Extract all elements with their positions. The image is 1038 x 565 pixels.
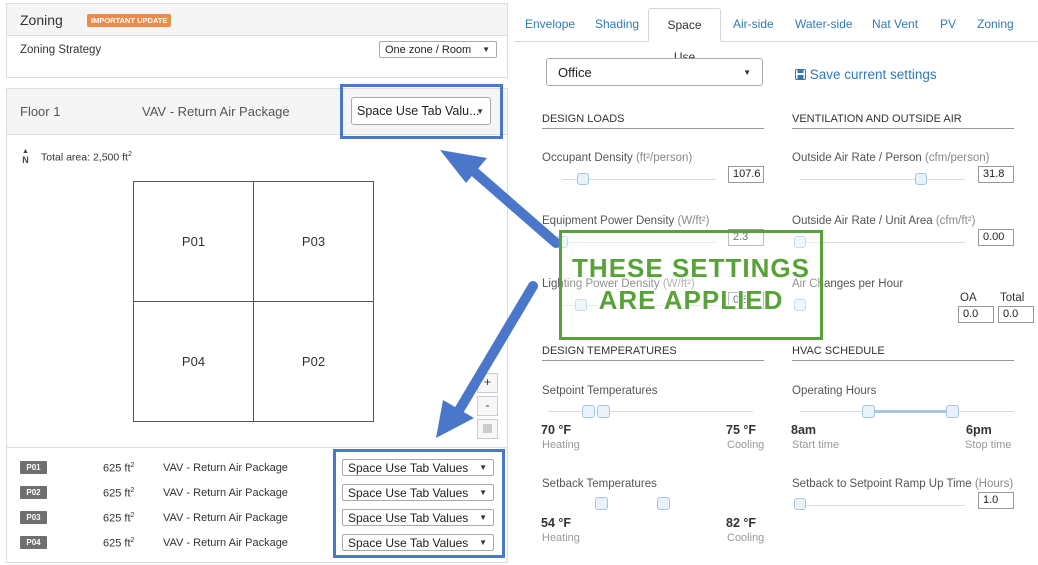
callout-line-1: THESE SETTINGS	[572, 253, 810, 283]
annotation-arrows	[436, 150, 561, 438]
arrow-to-floor-select	[465, 163, 561, 248]
arrow-to-zone-selects	[453, 281, 538, 417]
arrowhead-down-icon	[436, 400, 474, 438]
settings-applied-callout: THESE SETTINGS ARE APPLIED	[559, 230, 823, 340]
callout-line-2: ARE APPLIED	[598, 285, 784, 315]
